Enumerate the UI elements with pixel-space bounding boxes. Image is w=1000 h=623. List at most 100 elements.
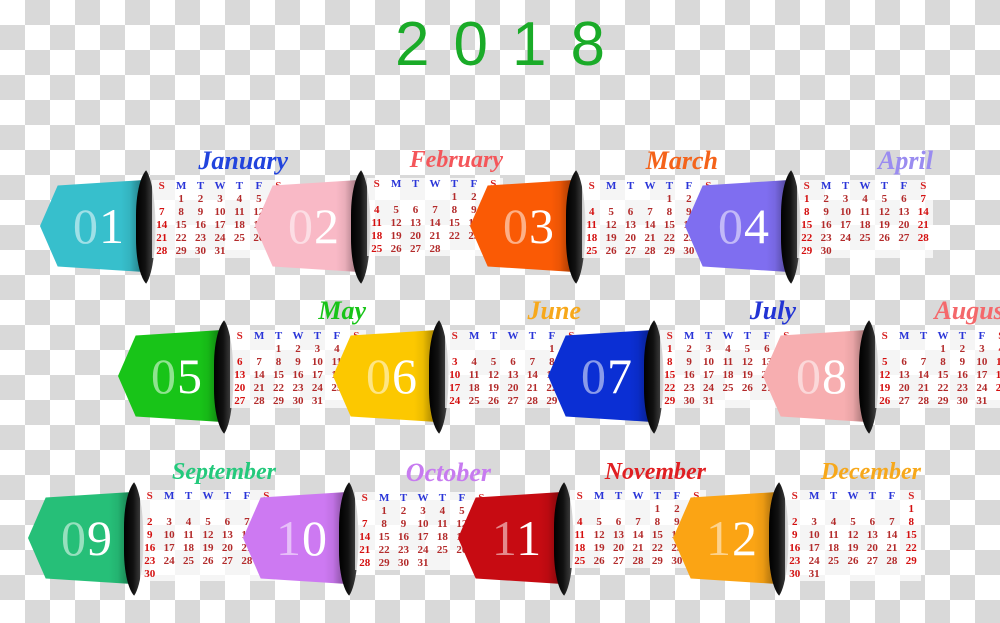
- day-cell[interactable]: 1: [445, 191, 464, 204]
- day-cell[interactable]: 20: [894, 219, 913, 232]
- day-cell[interactable]: 25: [582, 245, 601, 258]
- day-cell[interactable]: 29: [797, 245, 816, 258]
- day-cell[interactable]: 4: [433, 505, 452, 518]
- day-cell[interactable]: 10: [413, 518, 432, 531]
- month-number-badge[interactable]: 05: [118, 330, 222, 422]
- day-cell[interactable]: 24: [413, 544, 432, 557]
- day-cell[interactable]: 14: [628, 529, 647, 542]
- day-cell[interactable]: 2: [953, 343, 972, 356]
- day-cell[interactable]: 8: [648, 516, 667, 529]
- day-cell[interactable]: 11: [718, 356, 737, 369]
- day-cell[interactable]: 2: [679, 343, 698, 356]
- day-cell[interactable]: 4: [824, 516, 843, 529]
- month-number-badge[interactable]: 03: [470, 180, 574, 272]
- day-cell[interactable]: 7: [882, 516, 901, 529]
- day-cell[interactable]: 13: [609, 529, 628, 542]
- day-cell[interactable]: 13: [863, 529, 882, 542]
- day-cell[interactable]: 20: [621, 232, 640, 245]
- day-cell[interactable]: 24: [159, 555, 178, 568]
- day-cell[interactable]: 1: [797, 193, 816, 206]
- day-cell[interactable]: 31: [972, 395, 991, 408]
- day-cell[interactable]: 16: [140, 542, 159, 555]
- day-cell[interactable]: 14: [640, 219, 659, 232]
- day-cell[interactable]: 30: [816, 245, 835, 258]
- day-cell[interactable]: 15: [269, 369, 288, 382]
- day-cell[interactable]: 11: [824, 529, 843, 542]
- day-cell[interactable]: 8: [269, 356, 288, 369]
- day-cell[interactable]: 8: [660, 356, 679, 369]
- day-cell[interactable]: 25: [570, 555, 589, 568]
- day-cell[interactable]: 10: [445, 369, 464, 382]
- day-cell[interactable]: 26: [843, 555, 862, 568]
- day-cell[interactable]: 20: [406, 230, 425, 243]
- day-cell[interactable]: 12: [875, 369, 894, 382]
- day-cell[interactable]: 12: [843, 529, 862, 542]
- day-cell[interactable]: 14: [355, 531, 374, 544]
- day-cell[interactable]: 2: [288, 343, 307, 356]
- day-cell[interactable]: 18: [582, 232, 601, 245]
- day-cell[interactable]: 22: [797, 232, 816, 245]
- day-cell[interactable]: 30: [288, 395, 307, 408]
- day-cell[interactable]: 8: [797, 206, 816, 219]
- day-cell[interactable]: 21: [425, 230, 444, 243]
- day-cell[interactable]: 16: [191, 219, 210, 232]
- day-cell[interactable]: 28: [882, 555, 901, 568]
- day-cell[interactable]: 3: [210, 193, 229, 206]
- day-cell[interactable]: 12: [386, 217, 405, 230]
- day-cell[interactable]: 26: [875, 395, 894, 408]
- day-cell[interactable]: 20: [894, 382, 913, 395]
- day-cell[interactable]: 18: [179, 542, 198, 555]
- day-cell[interactable]: 23: [785, 555, 804, 568]
- day-cell[interactable]: 22: [660, 382, 679, 395]
- day-cell[interactable]: 21: [882, 542, 901, 555]
- day-cell[interactable]: 15: [374, 531, 393, 544]
- day-cell[interactable]: 17: [972, 369, 991, 382]
- day-cell[interactable]: 9: [140, 529, 159, 542]
- day-cell[interactable]: 8: [902, 516, 921, 529]
- day-cell[interactable]: 1: [648, 503, 667, 516]
- day-cell[interactable]: 28: [628, 555, 647, 568]
- day-cell[interactable]: 17: [836, 219, 855, 232]
- day-cell[interactable]: 19: [198, 542, 217, 555]
- day-cell[interactable]: 26: [875, 232, 894, 245]
- day-cell[interactable]: 18: [464, 382, 483, 395]
- day-cell[interactable]: 11: [230, 206, 249, 219]
- day-cell[interactable]: 1: [374, 505, 393, 518]
- day-cell[interactable]: 3: [699, 343, 718, 356]
- day-cell[interactable]: 18: [230, 219, 249, 232]
- day-cell[interactable]: 29: [933, 395, 952, 408]
- day-cell[interactable]: 2: [191, 193, 210, 206]
- day-cell[interactable]: 10: [804, 529, 823, 542]
- day-cell[interactable]: 19: [875, 382, 894, 395]
- day-cell[interactable]: 15: [933, 369, 952, 382]
- day-cell[interactable]: 26: [198, 555, 217, 568]
- day-cell[interactable]: 7: [914, 193, 933, 206]
- day-cell[interactable]: 15: [797, 219, 816, 232]
- day-cell[interactable]: 17: [699, 369, 718, 382]
- day-cell[interactable]: 27: [863, 555, 882, 568]
- day-cell[interactable]: 20: [503, 382, 522, 395]
- day-cell[interactable]: 3: [159, 516, 178, 529]
- day-cell[interactable]: 5: [386, 204, 405, 217]
- day-cell[interactable]: 28: [152, 245, 171, 258]
- day-cell[interactable]: 20: [218, 542, 237, 555]
- day-cell[interactable]: 15: [660, 369, 679, 382]
- day-cell[interactable]: 28: [914, 395, 933, 408]
- month-number-badge[interactable]: 06: [333, 330, 437, 422]
- day-cell[interactable]: 27: [218, 555, 237, 568]
- day-cell[interactable]: 13: [406, 217, 425, 230]
- day-cell[interactable]: 24: [836, 232, 855, 245]
- day-cell[interactable]: 8: [660, 206, 679, 219]
- day-cell[interactable]: 23: [953, 382, 972, 395]
- day-cell[interactable]: 24: [972, 382, 991, 395]
- day-cell[interactable]: 11: [582, 219, 601, 232]
- day-cell[interactable]: 4: [230, 193, 249, 206]
- day-cell[interactable]: 31: [413, 557, 432, 570]
- month-number-badge[interactable]: 09: [28, 492, 132, 584]
- day-cell[interactable]: 17: [804, 542, 823, 555]
- day-cell[interactable]: 12: [738, 356, 757, 369]
- day-cell[interactable]: 22: [660, 232, 679, 245]
- day-cell[interactable]: 6: [609, 516, 628, 529]
- day-cell[interactable]: 18: [570, 542, 589, 555]
- month-number-badge[interactable]: 10: [243, 492, 347, 584]
